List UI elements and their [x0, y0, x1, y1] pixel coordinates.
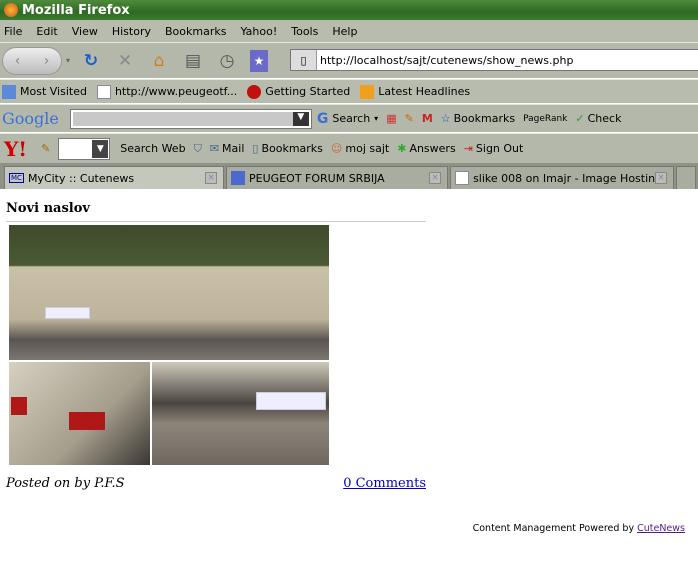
cutenews-link[interactable]: CuteNews: [637, 523, 685, 534]
close-tab-icon[interactable]: ✕: [205, 172, 218, 184]
peugeot-icon: [231, 171, 246, 185]
google-logo: Google: [2, 109, 59, 128]
stop-icon[interactable]: ✕: [114, 50, 136, 72]
gmail-icon[interactable]: M: [422, 112, 433, 125]
history-dropdown-icon[interactable]: ▾: [66, 56, 70, 65]
navigation-toolbar: ‹ › ▾ ↻ ✕ ⌂ ▤ ◷ ★ ▯ http://localhost/sajt…: [0, 42, 698, 78]
google-toolbar: Google ▼ G Search ▾ ▦ ✎ M ☆ Bookmarks PageR…: [0, 104, 698, 132]
menu-bookmarks[interactable]: Bookmarks: [165, 25, 226, 38]
answers-icon: ✱: [397, 142, 407, 155]
google-search-button[interactable]: G Search ▾: [317, 111, 378, 127]
bookmark-star-icon[interactable]: ★: [250, 49, 269, 72]
window-title: Mozilla Firefox: [22, 2, 130, 18]
google-g-icon: G: [316, 110, 329, 127]
tab-partial[interactable]: [676, 166, 696, 189]
menu-tools[interactable]: Tools: [291, 25, 318, 38]
google-search-input[interactable]: ▼: [69, 108, 312, 129]
close-tab-icon[interactable]: ✕: [655, 172, 668, 184]
tab-bar: MC MyCity :: Cutenews ✕ PEUGEOT FORUM SRBI…: [0, 163, 698, 189]
popup-blocker-icon[interactable]: ▦: [386, 112, 396, 125]
menu-view[interactable]: View: [72, 25, 98, 38]
menu-file[interactable]: File: [4, 25, 22, 38]
license-plate: [45, 307, 90, 319]
forward-icon[interactable]: ›: [44, 53, 50, 69]
avatar-icon: ☺: [330, 142, 343, 155]
menu-edit[interactable]: Edit: [36, 25, 57, 38]
home-icon[interactable]: ⌂: [148, 50, 170, 72]
address-bar[interactable]: ▯ http://localhost/sajt/cutenews/show_ne…: [290, 49, 698, 71]
close-tab-icon[interactable]: ✕: [429, 172, 442, 184]
autofill-icon[interactable]: ✎: [405, 112, 414, 125]
comments-link[interactable]: 0 Comments: [343, 476, 426, 491]
page-icon: ▯: [291, 50, 317, 70]
yahoo-bookmarks-button[interactable]: ▯ Bookmarks: [252, 142, 323, 155]
tab-mycity[interactable]: MC MyCity :: Cutenews ✕: [4, 166, 225, 189]
firefox-icon: [4, 3, 18, 17]
bookmark-getting-started[interactable]: Getting Started: [247, 84, 350, 99]
most-visited-icon: [2, 84, 16, 99]
moj-sajt-button[interactable]: ☺ moj sajt: [331, 142, 389, 155]
tab-peugeot[interactable]: PEUGEOT FORUM SRBIJA ✕: [226, 166, 449, 189]
firefox-getting-started-icon: [247, 84, 262, 99]
yahoo-search-input[interactable]: ▼: [58, 137, 111, 160]
dropdown-icon[interactable]: ▼: [292, 111, 309, 126]
menu-help[interactable]: Help: [332, 25, 357, 38]
sign-out-icon: ⇥: [463, 142, 473, 155]
shield-icon[interactable]: ⛉: [194, 142, 202, 156]
mail-icon: ✉: [209, 142, 220, 155]
car-photo-front-bumper: [152, 362, 329, 465]
footer: Content Management Powered by CuteNews: [472, 523, 685, 534]
bookmark-peugeot[interactable]: http://www.peugeotf...: [96, 84, 237, 99]
spell-check-button[interactable]: ✓ Check: [575, 112, 621, 125]
news-title: Novi naslov: [6, 201, 90, 216]
reload-icon[interactable]: ↻: [80, 50, 102, 72]
bookmarks-icon: ▯: [252, 142, 259, 155]
tail-light: [11, 397, 27, 415]
pagerank-indicator: PageRank: [523, 113, 568, 124]
menu-yahoo[interactable]: Yahoo!: [240, 25, 277, 38]
rss-icon: [360, 84, 375, 99]
search-web-button[interactable]: Search Web: [120, 142, 185, 155]
google-bookmarks-button[interactable]: ☆ Bookmarks: [441, 112, 515, 125]
answers-button[interactable]: ✱ Answers: [397, 142, 455, 155]
bookmark-latest-headlines[interactable]: Latest Headlines: [360, 84, 470, 99]
bookmark-most-visited[interactable]: Most Visited: [2, 84, 87, 99]
mail-button[interactable]: ✉ Mail: [210, 142, 245, 155]
tail-light: [69, 412, 105, 430]
dropdown-icon[interactable]: ▼: [92, 139, 109, 158]
sign-out-button[interactable]: ⇥ Sign Out: [464, 142, 524, 155]
page-icon: [455, 171, 470, 185]
url-text[interactable]: http://localhost/sajt/cutenews/show_news…: [317, 54, 573, 67]
bookmarks-toolbar: Most Visited http://www.peugeotf... Gett…: [0, 79, 698, 103]
car-photo-main: [9, 225, 329, 360]
clock-icon[interactable]: ◷: [216, 50, 238, 72]
posted-by: Posted on by P.F.S: [6, 476, 125, 491]
tab-imajr[interactable]: slike 008 on Imajr - Image Hosting ✕: [450, 166, 675, 189]
menu-bar: File Edit View History Bookmarks Yahoo! …: [0, 20, 698, 42]
title-bar: Mozilla Firefox: [0, 0, 698, 20]
print-icon[interactable]: ▤: [182, 50, 204, 72]
pencil-icon[interactable]: ✎: [41, 142, 50, 155]
star-icon: ☆: [440, 112, 451, 125]
license-plate: [256, 392, 326, 410]
divider: [6, 221, 426, 222]
yahoo-logo[interactable]: Y!: [4, 137, 27, 161]
mycity-icon: MC: [9, 173, 24, 183]
back-forward-buttons[interactable]: ‹ ›: [2, 46, 62, 75]
check-icon: ✓: [575, 112, 585, 125]
page-icon: [96, 84, 111, 99]
yahoo-toolbar: Y! ✎ ▼ Search Web ⛉ ✉ Mail ▯ Bookmarks ☺ mo…: [0, 133, 698, 163]
menu-history[interactable]: History: [112, 25, 151, 38]
back-icon[interactable]: ‹: [15, 53, 21, 69]
car-photo-rear: [9, 362, 150, 465]
